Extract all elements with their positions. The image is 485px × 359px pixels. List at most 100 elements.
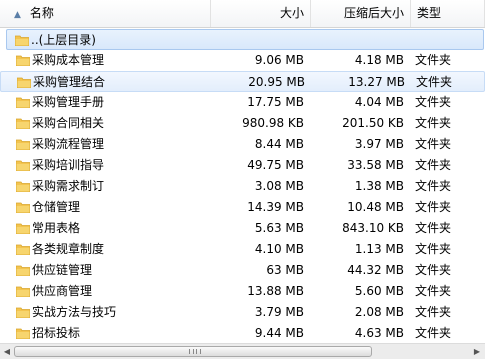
file-compressed-size: 2.08 MB <box>354 305 404 319</box>
file-name-cell: 采购流程管理 <box>16 134 211 155</box>
file-name: 实战方法与技巧 <box>32 305 117 319</box>
file-name-cell: 常用表格 <box>16 218 211 239</box>
folder-icon <box>16 223 30 234</box>
folder-icon <box>16 202 30 213</box>
file-size: 9.44 MB <box>254 326 304 340</box>
file-type: 文件夹 <box>415 242 452 256</box>
file-size: 17.75 MB <box>247 95 304 109</box>
file-name-cell: 采购管理结合 <box>17 72 212 93</box>
scroll-right-arrow-icon[interactable]: ▶ <box>470 345 484 358</box>
file-name-cell: 各类规章制度 <box>16 239 211 260</box>
column-header-size[interactable]: 大小 <box>211 0 311 27</box>
file-compressed-size: 33.58 MB <box>347 158 404 172</box>
file-compressed-size: 201.50 KB <box>342 116 404 130</box>
file-row[interactable]: 各类规章制度 4.10 MB 1.13 MB 文件夹 <box>0 239 485 260</box>
folder-icon <box>16 160 30 171</box>
file-row[interactable]: 采购成本管理 9.06 MB 4.18 MB 文件夹 <box>0 50 485 71</box>
file-type: 文件夹 <box>415 305 452 319</box>
file-name: 供应链管理 <box>32 263 93 277</box>
file-row[interactable]: 采购流程管理 8.44 MB 3.97 MB 文件夹 <box>0 134 485 155</box>
file-name: 采购培训指导 <box>32 158 105 172</box>
file-row[interactable]: 仓储管理 14.39 MB 10.48 MB 文件夹 <box>0 197 485 218</box>
column-header-name-label: 名称 <box>29 6 54 20</box>
folder-icon <box>15 35 29 46</box>
parent-directory-label: ..(上层目录) <box>31 33 96 47</box>
folder-icon <box>16 244 30 255</box>
file-name: 采购成本管理 <box>32 53 105 67</box>
file-name-cell: 采购合同相关 <box>16 113 211 134</box>
file-type: 文件夹 <box>415 158 452 172</box>
file-name: 采购需求制订 <box>32 179 105 193</box>
grip-icon <box>189 349 201 354</box>
file-type: 文件夹 <box>415 137 452 151</box>
file-name-cell: 采购成本管理 <box>16 50 211 71</box>
file-name: 采购合同相关 <box>32 116 105 130</box>
file-compressed-size: 44.32 MB <box>347 263 404 277</box>
file-row[interactable]: 招标投标 9.44 MB 4.63 MB 文件夹 <box>0 323 485 344</box>
file-name: 仓储管理 <box>32 200 81 214</box>
file-name-cell: 供应商管理 <box>16 281 211 302</box>
file-size: 4.10 MB <box>254 242 304 256</box>
file-size: 3.08 MB <box>254 179 304 193</box>
file-name-cell: 供应链管理 <box>16 260 211 281</box>
folder-icon <box>16 139 30 150</box>
parent-directory-row[interactable]: ..(上层目录) <box>6 29 484 50</box>
file-size: 14.39 MB <box>247 200 304 214</box>
column-header-compressed-size[interactable]: 压缩后大小 <box>311 0 411 27</box>
file-type: 文件夹 <box>415 53 452 67</box>
column-header-name[interactable]: ▲ 名称 <box>0 0 211 27</box>
scrollbar-thumb[interactable] <box>14 346 372 357</box>
file-compressed-size: 1.13 MB <box>354 242 404 256</box>
folder-icon <box>16 307 30 318</box>
file-name-cell: 实战方法与技巧 <box>16 302 211 323</box>
file-name: 各类规章制度 <box>32 242 105 256</box>
file-name: 招标投标 <box>32 326 81 340</box>
file-row[interactable]: 供应商管理 13.88 MB 5.60 MB 文件夹 <box>0 281 485 302</box>
file-row[interactable]: 采购合同相关 980.98 KB 201.50 KB 文件夹 <box>0 113 485 134</box>
file-row[interactable]: 供应链管理 63 MB 44.32 MB 文件夹 <box>0 260 485 281</box>
folder-icon <box>17 77 31 88</box>
file-name: 常用表格 <box>32 221 81 235</box>
file-size: 13.88 MB <box>247 284 304 298</box>
file-type: 文件夹 <box>415 221 452 235</box>
scroll-left-arrow-icon[interactable]: ◀ <box>0 345 14 358</box>
file-size: 20.95 MB <box>248 75 305 89</box>
file-size: 3.79 MB <box>254 305 304 319</box>
file-name: 供应商管理 <box>32 284 93 298</box>
file-row[interactable]: 常用表格 5.63 MB 843.10 KB 文件夹 <box>0 218 485 239</box>
file-row[interactable]: 实战方法与技巧 3.79 MB 2.08 MB 文件夹 <box>0 302 485 323</box>
file-name-cell: 采购培训指导 <box>16 155 211 176</box>
file-name-cell: 采购需求制订 <box>16 176 211 197</box>
file-size: 49.75 MB <box>247 158 304 172</box>
file-name-cell: 仓储管理 <box>16 197 211 218</box>
file-row[interactable]: 采购管理结合 20.95 MB 13.27 MB 文件夹 <box>0 71 485 92</box>
file-compressed-size: 1.38 MB <box>354 179 404 193</box>
folder-icon <box>16 328 30 339</box>
file-row[interactable]: 采购培训指导 49.75 MB 33.58 MB 文件夹 <box>0 155 485 176</box>
file-name: 采购管理结合 <box>33 75 106 89</box>
file-name: 采购流程管理 <box>32 137 105 151</box>
file-type: 文件夹 <box>415 326 452 340</box>
file-compressed-size: 843.10 KB <box>342 221 404 235</box>
folder-icon <box>16 55 30 66</box>
file-type: 文件夹 <box>415 179 452 193</box>
file-type: 文件夹 <box>415 116 452 130</box>
file-compressed-size: 3.97 MB <box>354 137 404 151</box>
file-size: 8.44 MB <box>254 137 304 151</box>
horizontal-scrollbar[interactable]: ◀ ▶ <box>0 343 485 359</box>
file-name-cell: 采购管理手册 <box>16 92 211 113</box>
file-row[interactable]: 采购需求制订 3.08 MB 1.38 MB 文件夹 <box>0 176 485 197</box>
column-header-bar: ▲ 名称 大小 压缩后大小 类型 <box>0 0 485 28</box>
file-name: 采购管理手册 <box>32 95 105 109</box>
file-size: 5.63 MB <box>254 221 304 235</box>
column-header-type[interactable]: 类型 <box>411 0 485 27</box>
file-size: 63 MB <box>266 263 304 277</box>
file-type: 文件夹 <box>416 75 453 89</box>
folder-icon <box>16 286 30 297</box>
file-row[interactable]: 采购管理手册 17.75 MB 4.04 MB 文件夹 <box>0 92 485 113</box>
file-compressed-size: 4.63 MB <box>354 326 404 340</box>
parent-directory-cell: ..(上层目录) <box>15 30 210 51</box>
folder-icon <box>16 97 30 108</box>
folder-icon <box>16 118 30 129</box>
folder-icon <box>16 181 30 192</box>
